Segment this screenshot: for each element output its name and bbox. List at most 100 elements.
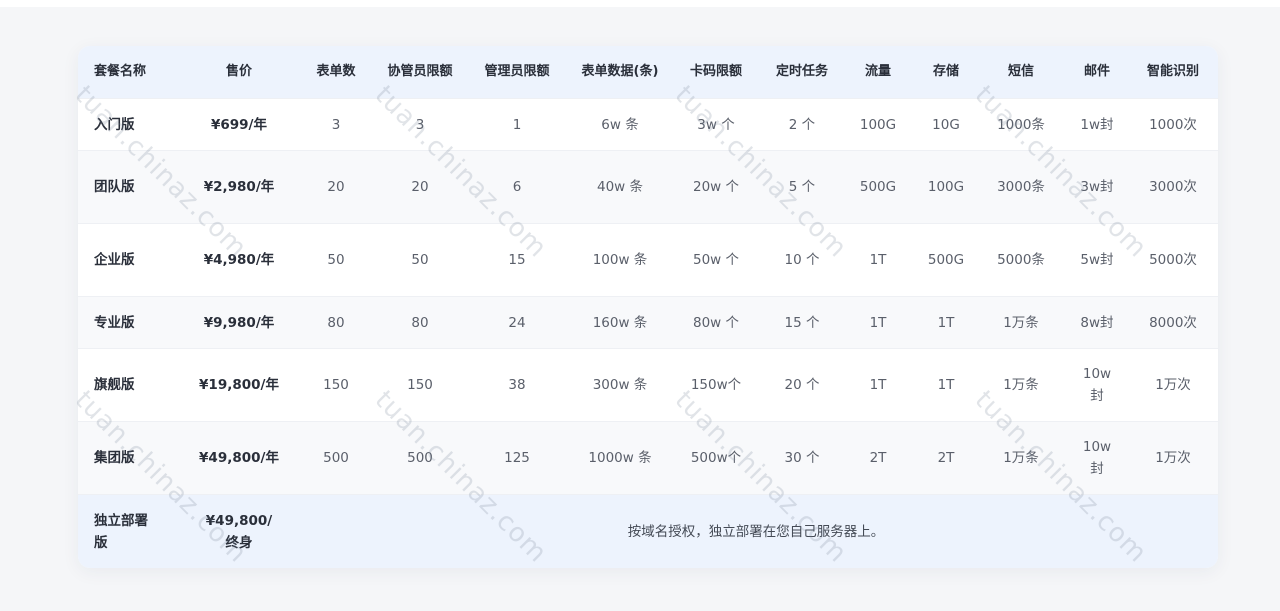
cell-forms: 3	[331, 116, 341, 133]
cell-sms: 1万条	[976, 421, 1066, 495]
header-storage: 存储	[916, 46, 976, 99]
cell-forms: 50	[327, 252, 345, 268]
cell-sms: 3000条	[976, 150, 1066, 224]
cell-admin-limit: 125	[462, 421, 572, 495]
cell-storage: 1T	[937, 377, 955, 393]
cell-email: 10w封	[1066, 421, 1128, 495]
cell-storage: 500G	[927, 252, 965, 268]
header-email: 邮件	[1066, 46, 1128, 99]
cell-email: 3w封	[1066, 150, 1128, 224]
cell-traffic: 1T	[869, 252, 887, 268]
plan-name: 入门版	[94, 116, 135, 133]
cell-co-admin-limit: 50	[411, 252, 429, 268]
cell-sms: 1000条	[997, 116, 1045, 133]
pricing-card: 套餐名称 售价 表单数 协管员限额 管理员限额 表单数据(条) 卡码限额 定时任…	[78, 46, 1218, 568]
cell-traffic: 100G	[859, 116, 897, 133]
table-row: 专业版 ¥9,980/年 80 80 24 160w 条 80w 个 15 个 …	[78, 296, 1218, 349]
cell-traffic: 2T	[840, 421, 916, 495]
cell-sms: 5000条	[997, 252, 1045, 268]
cell-scheduled-tasks: 30 个	[764, 421, 840, 495]
cell-admin-limit: 6	[462, 150, 572, 224]
header-scheduled-tasks: 定时任务	[764, 46, 840, 99]
deploy-row: 独立部署版 ¥49,800/终身 按域名授权，独立部署在您自己服务器上。	[78, 494, 1218, 568]
header-sms: 短信	[976, 46, 1066, 99]
cell-scheduled-tasks: 15 个	[764, 296, 840, 349]
cell-co-admin-limit: 20	[378, 150, 462, 224]
header-plan-name: 套餐名称	[78, 46, 184, 99]
deploy-plan-price: ¥49,800/终身	[184, 494, 294, 568]
cell-storage: 100G	[916, 150, 976, 224]
plan-price: ¥9,980/年	[184, 296, 294, 349]
plan-price: ¥699/年	[210, 116, 267, 133]
cell-card-code-limit: 150w个	[690, 377, 742, 393]
cell-scheduled-tasks: 10 个	[784, 252, 820, 268]
plan-price: ¥2,980/年	[184, 150, 294, 224]
cell-storage: 1T	[916, 296, 976, 349]
cell-form-data: 300w 条	[592, 377, 648, 393]
plan-name: 集团版	[78, 421, 184, 495]
cell-storage: 10G	[932, 116, 960, 133]
cell-smart-recognition: 1万次	[1128, 421, 1218, 495]
cell-form-data: 40w 条	[572, 150, 668, 224]
cell-forms: 150	[323, 377, 349, 393]
cell-form-data: 1000w 条	[572, 421, 668, 495]
cell-email: 8w封	[1066, 296, 1128, 349]
cell-card-code-limit: 50w 个	[692, 252, 739, 268]
cell-card-code-limit: 20w 个	[668, 150, 764, 224]
cell-sms: 1万条	[976, 296, 1066, 349]
cell-email: 5w封	[1080, 252, 1114, 268]
cell-forms: 20	[294, 150, 378, 224]
table-row: 入门版 ¥699/年 3 3 1 6w 条 3w 个 2 个 100G 10G …	[78, 98, 1218, 151]
cell-co-admin-limit: 500	[378, 421, 462, 495]
table-row: 团队版 ¥2,980/年 20 20 6 40w 条 20w 个 5 个 500…	[78, 150, 1218, 224]
top-strip	[0, 0, 1280, 7]
header-form-data: 表单数据(条)	[572, 46, 668, 99]
table-row: 旗舰版 ¥19,800/年 150 150 38 300w 条 150w个 20…	[78, 348, 1218, 422]
deploy-plan-name: 独立部署版	[78, 494, 184, 568]
cell-card-code-limit: 3w 个	[697, 116, 735, 133]
plan-price: ¥19,800/年	[199, 377, 279, 393]
cell-co-admin-limit: 3	[415, 116, 425, 133]
header-card-code-limit: 卡码限额	[668, 46, 764, 99]
cell-traffic: 500G	[840, 150, 916, 224]
cell-card-code-limit: 500w个	[668, 421, 764, 495]
plan-name: 企业版	[94, 252, 135, 268]
header-price: 售价	[184, 46, 294, 99]
plan-name: 旗舰版	[94, 377, 135, 393]
cell-email: 10w封	[1082, 366, 1112, 404]
header-admin-limit: 管理员限额	[462, 46, 572, 99]
table-row: 企业版 ¥4,980/年 50 50 15 100w 条 50w 个 10 个 …	[78, 223, 1218, 297]
cell-scheduled-tasks: 2 个	[788, 116, 816, 133]
cell-storage: 2T	[916, 421, 976, 495]
plan-price: ¥49,800/年	[184, 421, 294, 495]
table-header-row: 套餐名称 售价 表单数 协管员限额 管理员限额 表单数据(条) 卡码限额 定时任…	[78, 46, 1218, 99]
table-row: 集团版 ¥49,800/年 500 500 125 1000w 条 500w个 …	[78, 421, 1218, 495]
cell-email: 1w封	[1080, 116, 1114, 133]
cell-admin-limit: 38	[508, 377, 526, 393]
cell-form-data: 160w 条	[572, 296, 668, 349]
plan-name: 专业版	[78, 296, 184, 349]
pricing-table: 套餐名称 售价 表单数 协管员限额 管理员限额 表单数据(条) 卡码限额 定时任…	[78, 46, 1218, 568]
cell-admin-limit: 15	[508, 252, 526, 268]
cell-co-admin-limit: 80	[378, 296, 462, 349]
cell-co-admin-limit: 150	[407, 377, 433, 393]
header-smart-recognition: 智能识别	[1128, 46, 1218, 99]
cell-admin-limit: 1	[512, 116, 522, 133]
cell-smart-recognition: 1000次	[1149, 116, 1197, 133]
cell-forms: 80	[294, 296, 378, 349]
cell-smart-recognition: 3000次	[1128, 150, 1218, 224]
header-traffic: 流量	[840, 46, 916, 99]
deploy-note: 按域名授权，独立部署在您自己服务器上。	[294, 494, 1218, 568]
cell-traffic: 1T	[840, 296, 916, 349]
cell-smart-recognition: 1万次	[1155, 377, 1191, 393]
header-forms: 表单数	[294, 46, 378, 99]
plan-name: 团队版	[78, 150, 184, 224]
cell-form-data: 100w 条	[592, 252, 648, 268]
header-co-admin-limit: 协管员限额	[378, 46, 462, 99]
cell-form-data: 6w 条	[601, 116, 639, 133]
cell-scheduled-tasks: 20 个	[784, 377, 820, 393]
cell-traffic: 1T	[869, 377, 887, 393]
plan-price: ¥4,980/年	[203, 252, 275, 268]
cell-sms: 1万条	[1003, 377, 1039, 393]
cell-card-code-limit: 80w 个	[668, 296, 764, 349]
